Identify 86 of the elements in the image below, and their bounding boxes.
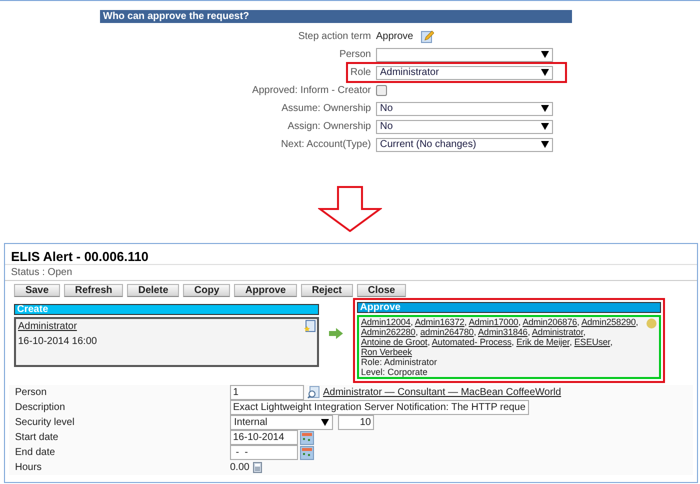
- field-label: Description: [15, 401, 66, 415]
- security-select[interactable]: Internal: [230, 415, 333, 430]
- person-input[interactable]: 1: [230, 385, 304, 400]
- field-label: Role: [349, 66, 372, 80]
- separator-text: ,: [415, 327, 418, 337]
- separator-text: ,: [583, 327, 586, 337]
- note-icon[interactable]: [304, 320, 316, 332]
- dropdown-caret-icon: [541, 69, 549, 76]
- field-label: Approved: Inform - Creator: [251, 84, 372, 98]
- field-label: Security level: [15, 416, 76, 430]
- separator-text: ,: [464, 317, 467, 327]
- field-label: End date: [15, 446, 56, 460]
- calculator-icon[interactable]: [253, 462, 262, 473]
- toolbar-button[interactable]: Refresh: [64, 284, 124, 297]
- lookup-search-icon[interactable]: [307, 386, 320, 399]
- toolbar-button[interactable]: Approve: [234, 284, 297, 297]
- approver-link[interactable]: admin264780: [420, 327, 474, 337]
- created-datetime: 16-10-2014 16:00: [18, 335, 98, 349]
- author-link[interactable]: Administrator: [18, 319, 77, 334]
- security-number-input[interactable]: 10: [338, 415, 374, 430]
- status-text: Status : Open: [5, 265, 697, 281]
- approver-link[interactable]: Admin262280: [361, 327, 416, 337]
- approver-link[interactable]: Erik de Meijer: [516, 337, 570, 347]
- approver-link[interactable]: Admin12004: [361, 317, 411, 327]
- approver-link[interactable]: Automated- Process: [432, 337, 512, 347]
- edit-pencil-icon[interactable]: [421, 30, 434, 43]
- dropdown-caret-icon: [541, 123, 549, 130]
- calendar-icon[interactable]: [300, 446, 314, 460]
- select-field[interactable]: [376, 48, 553, 62]
- field-label: Hours: [15, 461, 43, 475]
- dropdown-caret-icon: [541, 51, 549, 58]
- approver-link[interactable]: Ron Verbeek: [361, 347, 412, 357]
- status-dot-icon: [646, 318, 657, 329]
- separator-text: ,: [528, 327, 530, 337]
- separator-text: ,: [474, 327, 476, 337]
- separator-text: ,: [410, 317, 413, 327]
- toolbar-button[interactable]: Reject: [300, 284, 353, 297]
- toolbar-button[interactable]: Save: [14, 284, 60, 297]
- field-label: Assign: Ownership: [286, 120, 372, 134]
- checkbox[interactable]: [376, 85, 387, 96]
- calendar-icon[interactable]: [300, 430, 314, 444]
- toolbar-button[interactable]: Copy: [183, 284, 230, 297]
- field-label: Step action term: [297, 30, 372, 44]
- separator-text: ,: [569, 337, 572, 347]
- separator-text: ,: [577, 317, 580, 327]
- approver-link[interactable]: Admin31846: [478, 327, 528, 337]
- create-header: Create: [14, 304, 319, 315]
- approver-link[interactable]: Administrator: [532, 327, 584, 337]
- person-link[interactable]: Administrator — Consultant — MacBean CoffeeWorld: [323, 385, 562, 400]
- date-input[interactable]: 16-10-2014: [230, 430, 298, 445]
- down-arrow-icon: [318, 186, 382, 232]
- level-text: Level: Corporate: [361, 367, 429, 377]
- field-label: Person: [15, 386, 48, 400]
- step-action-value: Approve: [376, 30, 414, 44]
- select-field[interactable]: No: [376, 120, 553, 134]
- select-field[interactable]: No: [376, 102, 553, 116]
- request-title: ELIS Alert - 00.006.110: [5, 244, 697, 265]
- date-input[interactable]: - -: [230, 445, 298, 460]
- hours-value: 0.00: [230, 461, 250, 475]
- field-label: Assume: Ownership: [280, 102, 372, 116]
- separator-text: ,: [518, 317, 521, 327]
- approver-link[interactable]: Admin258290: [581, 317, 636, 327]
- separator-text: ,: [610, 337, 612, 347]
- field-label: Start date: [15, 431, 60, 445]
- approver-link[interactable]: Admin206876: [522, 317, 578, 327]
- approver-link[interactable]: Antoine de Groot: [361, 337, 428, 347]
- separator-text: ,: [512, 337, 514, 347]
- approver-link[interactable]: Admin17000: [468, 317, 518, 327]
- dropdown-caret-icon: [541, 105, 549, 112]
- approve-header: Approve: [357, 302, 661, 313]
- section-header: Who can approve the request?: [100, 10, 572, 23]
- select-field[interactable]: Current (No changes): [376, 138, 553, 152]
- dropdown-caret-icon: [321, 419, 329, 426]
- separator-text: ,: [427, 337, 430, 347]
- toolbar-button[interactable]: Close: [356, 284, 406, 297]
- dropdown-caret-icon: [541, 141, 549, 148]
- field-label: Person: [338, 48, 372, 62]
- description-input[interactable]: Exact Lightweight Integration Server Notification: The HTTP reque: [230, 400, 529, 415]
- approver-link[interactable]: Admin16372: [414, 317, 464, 327]
- select-field[interactable]: Administrator: [376, 66, 553, 80]
- approver-link[interactable]: ESEUser: [574, 337, 610, 347]
- role-text: Role: Administrator: [361, 357, 438, 367]
- field-label: Next: Account(Type): [280, 138, 372, 152]
- separator-text: ,: [636, 317, 638, 327]
- toolbar-button[interactable]: Delete: [127, 284, 180, 297]
- right-arrow-icon: [329, 328, 343, 339]
